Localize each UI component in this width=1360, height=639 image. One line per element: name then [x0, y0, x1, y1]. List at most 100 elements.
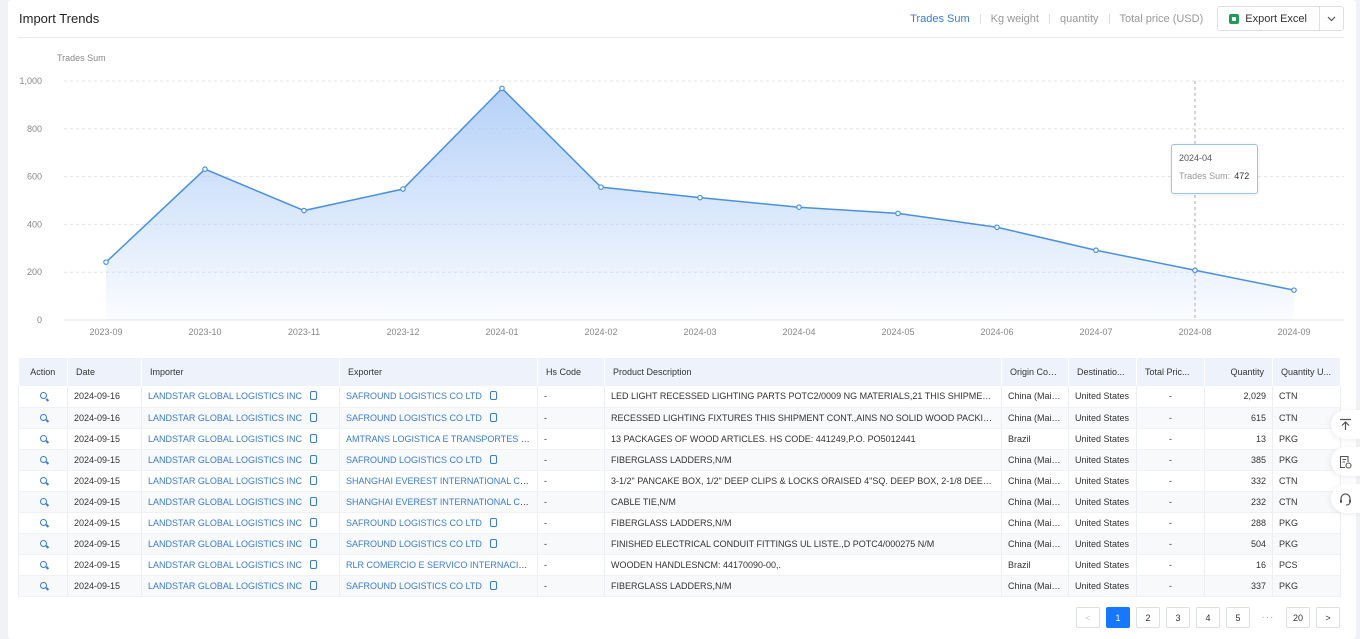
data-point[interactable]: [103, 259, 109, 265]
tab-total-price[interactable]: Total price (USD): [1110, 13, 1214, 25]
exporter-link[interactable]: SAFROUND LOGISTICS CO LTD: [346, 413, 482, 423]
search-icon[interactable]: [39, 518, 47, 526]
next-page-button[interactable]: >: [1316, 607, 1340, 628]
tooltip-label: Trades Sum:: [1179, 171, 1231, 181]
col-importer[interactable]: Importer: [141, 358, 340, 386]
tab-kg-weight[interactable]: Kg weight: [981, 13, 1049, 25]
data-point[interactable]: [697, 194, 703, 201]
importer-link[interactable]: LANDSTAR GLOBAL LOGISTICS INC: [148, 413, 302, 423]
exporter-link[interactable]: SHANGHAI EVEREST INTERNATIONAL C...: [346, 476, 529, 486]
data-point[interactable]: [1291, 287, 1297, 293]
quantity-cell: 16: [1204, 554, 1273, 576]
copy-icon[interactable]: [310, 412, 318, 422]
copy-icon[interactable]: [489, 391, 497, 401]
more-pages-ellipsis[interactable]: ···: [1256, 612, 1280, 623]
copy-icon[interactable]: [489, 412, 497, 422]
col-quantity[interactable]: Quantity: [1204, 358, 1273, 386]
tab-quantity[interactable]: quantity: [1050, 13, 1109, 25]
exporter-link[interactable]: SHANGHAI EVEREST INTERNATIONAL C...: [346, 497, 529, 507]
search-icon[interactable]: [39, 455, 47, 463]
importer-link[interactable]: LANDSTAR GLOBAL LOGISTICS INC: [148, 560, 302, 570]
page-last-button[interactable]: 20: [1286, 607, 1310, 628]
exporter-cell: SAFROUND LOGISTICS CO LTD: [339, 386, 538, 408]
exporter-link[interactable]: SAFROUND LOGISTICS CO LTD: [346, 455, 482, 465]
exporter-link[interactable]: SAFROUND LOGISTICS CO LTD: [346, 539, 482, 549]
origin-country-cell: China (Main...: [1001, 470, 1069, 492]
metric-tabs: Trades Sum Kg weight quantity Total pric…: [900, 6, 1344, 31]
importer-link[interactable]: LANDSTAR GLOBAL LOGISTICS INC: [148, 391, 302, 401]
search-icon[interactable]: [39, 581, 47, 589]
copy-icon[interactable]: [489, 538, 497, 548]
data-point[interactable]: [895, 210, 901, 217]
tooltip-date: 2024-04: [1179, 153, 1213, 163]
feedback-button[interactable]: [1331, 447, 1360, 476]
copy-icon[interactable]: [489, 454, 497, 464]
importer-link[interactable]: LANDSTAR GLOBAL LOGISTICS INC: [148, 497, 302, 507]
col-exporter[interactable]: Exporter: [339, 358, 538, 386]
col-product-description[interactable]: Product Description: [604, 358, 1002, 386]
col-origin-country[interactable]: Origin Cou...: [1001, 358, 1069, 386]
back-to-top-button[interactable]: [1331, 410, 1360, 439]
data-point[interactable]: [1192, 267, 1198, 274]
page-1-button[interactable]: 1: [1106, 607, 1130, 628]
data-point[interactable]: [202, 166, 208, 172]
exporter-link[interactable]: SAFROUND LOGISTICS CO LTD: [346, 391, 482, 401]
exporter-link[interactable]: AMTRANS LOGISTICA E TRANSPORTES ...: [346, 434, 530, 444]
data-point[interactable]: [400, 186, 406, 192]
page-4-button[interactable]: 4: [1196, 607, 1220, 628]
col-date[interactable]: Date: [67, 358, 142, 386]
data-point[interactable]: [994, 224, 1000, 231]
page-3-button[interactable]: 3: [1166, 607, 1190, 628]
action-cell: [18, 470, 68, 492]
copy-icon[interactable]: [310, 433, 318, 443]
search-icon[interactable]: [39, 413, 47, 421]
search-icon[interactable]: [39, 392, 47, 400]
data-point[interactable]: [499, 85, 505, 92]
export-excel-button[interactable]: Export Excel: [1218, 7, 1320, 30]
export-dropdown-toggle[interactable]: [1320, 7, 1343, 30]
search-icon[interactable]: [39, 476, 47, 484]
copy-icon[interactable]: [310, 496, 318, 506]
copy-icon[interactable]: [310, 454, 318, 464]
page-2-button[interactable]: 2: [1136, 607, 1160, 628]
col-quantity-unit[interactable]: Quantity U...: [1272, 358, 1341, 386]
copy-icon[interactable]: [310, 559, 318, 569]
importer-link[interactable]: LANDSTAR GLOBAL LOGISTICS INC: [148, 434, 302, 444]
data-point[interactable]: [1093, 247, 1099, 254]
exporter-link[interactable]: SAFROUND LOGISTICS CO LTD: [346, 581, 482, 591]
destination-cell: United States: [1068, 428, 1137, 450]
copy-icon[interactable]: [489, 517, 497, 527]
importer-link[interactable]: LANDSTAR GLOBAL LOGISTICS INC: [148, 476, 302, 486]
importer-link[interactable]: LANDSTAR GLOBAL LOGISTICS INC: [148, 581, 302, 591]
copy-icon[interactable]: [310, 538, 318, 548]
tab-trades-sum[interactable]: Trades Sum: [900, 13, 980, 25]
copy-icon[interactable]: [310, 580, 318, 590]
exporter-link[interactable]: RLR COMERCIO E SERVICO INTERNACIO...: [346, 560, 533, 570]
search-icon[interactable]: [39, 434, 47, 442]
page-5-button[interactable]: 5: [1226, 607, 1250, 628]
customer-service-button[interactable]: [1331, 484, 1360, 513]
search-icon[interactable]: [39, 497, 47, 505]
col-destination[interactable]: Destinatio...: [1068, 358, 1137, 386]
data-point[interactable]: [796, 204, 802, 210]
search-icon[interactable]: [39, 539, 47, 547]
copy-icon[interactable]: [310, 391, 318, 401]
col-total-price[interactable]: Total Pric...: [1136, 358, 1205, 386]
importer-link[interactable]: LANDSTAR GLOBAL LOGISTICS INC: [148, 455, 302, 465]
col-hs-code[interactable]: Hs Code: [537, 358, 605, 386]
importer-link[interactable]: LANDSTAR GLOBAL LOGISTICS INC: [148, 539, 302, 549]
series-area: [106, 88, 1294, 320]
exporter-link[interactable]: SAFROUND LOGISTICS CO LTD: [346, 518, 482, 528]
copy-icon[interactable]: [489, 580, 497, 590]
importer-link[interactable]: LANDSTAR GLOBAL LOGISTICS INC: [148, 518, 302, 528]
copy-icon[interactable]: [310, 475, 318, 485]
x-tick-label: 2024-01: [485, 327, 518, 337]
date-cell: 2024-09-15: [67, 533, 142, 555]
prev-page-button[interactable]: <: [1076, 607, 1100, 628]
data-point[interactable]: [598, 184, 604, 190]
quantity-cell: 615: [1204, 407, 1273, 429]
y-tick-label: 0: [37, 315, 42, 325]
copy-icon[interactable]: [310, 517, 318, 527]
data-point[interactable]: [301, 207, 307, 214]
search-icon[interactable]: [39, 560, 47, 568]
